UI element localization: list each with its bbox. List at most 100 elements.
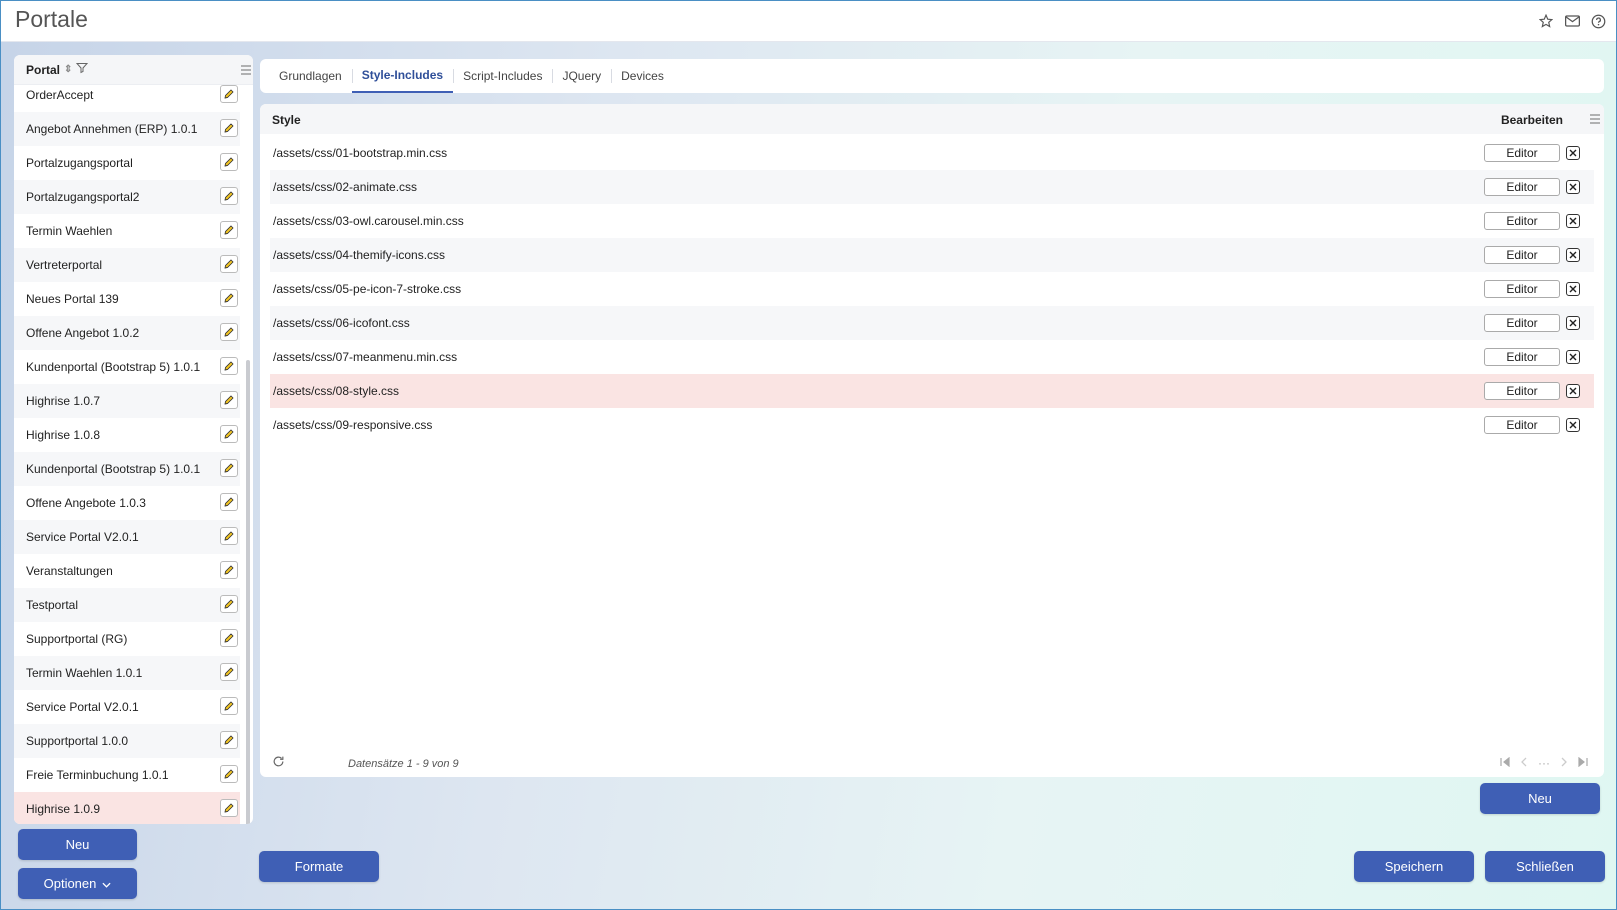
editor-button[interactable]: Editor — [1484, 212, 1560, 230]
portal-list-item[interactable]: Supportportal 1.0.0 — [14, 724, 240, 758]
editor-button[interactable]: Editor — [1484, 314, 1560, 332]
refresh-icon[interactable] — [272, 755, 285, 771]
pencil-icon[interactable] — [220, 391, 238, 409]
pencil-icon[interactable] — [220, 663, 238, 681]
editor-button[interactable]: Editor — [1484, 382, 1560, 400]
sort-icon[interactable]: ⇕ — [64, 64, 72, 75]
help-icon[interactable] — [1589, 12, 1607, 30]
first-page-icon[interactable] — [1500, 756, 1510, 770]
table-row[interactable]: /assets/css/01-bootstrap.min.css Editor — [270, 136, 1594, 170]
filter-icon[interactable] — [76, 62, 89, 77]
table-row[interactable]: /assets/css/06-icofont.css Editor — [270, 306, 1594, 340]
table-row[interactable]: /assets/css/05-pe-icon-7-stroke.css Edito… — [270, 272, 1594, 306]
portal-list-item[interactable]: Freie Terminbuchung 1.0.1 — [14, 758, 240, 792]
pencil-icon[interactable] — [220, 323, 238, 341]
pencil-icon[interactable] — [220, 255, 238, 273]
pencil-icon[interactable] — [220, 765, 238, 783]
column-header-edit[interactable]: Bearbeiten — [1501, 113, 1563, 127]
pencil-icon[interactable] — [220, 697, 238, 715]
prev-page-icon[interactable] — [1520, 756, 1528, 770]
portal-list-item[interactable]: Portalzugangsportal2 — [14, 180, 240, 214]
editor-button[interactable]: Editor — [1484, 280, 1560, 298]
formats-button[interactable]: Formate — [259, 851, 379, 882]
pencil-icon[interactable] — [220, 425, 238, 443]
table-row[interactable]: /assets/css/02-animate.css Editor — [270, 170, 1594, 204]
portal-list-item[interactable]: Neues Portal 139 — [14, 282, 240, 316]
column-header-style[interactable]: Style — [272, 113, 301, 127]
delete-icon[interactable] — [1566, 282, 1580, 296]
column-menu-icon[interactable] — [241, 64, 251, 78]
column-menu-icon[interactable] — [1590, 113, 1600, 127]
pencil-icon[interactable] — [220, 799, 238, 817]
pencil-icon[interactable] — [220, 221, 238, 239]
portal-list-item[interactable]: Supportportal (RG) — [14, 622, 240, 656]
pencil-icon[interactable] — [220, 731, 238, 749]
portal-list-item[interactable]: Angebot Annehmen (ERP) 1.0.1 — [14, 112, 240, 146]
pencil-icon[interactable] — [220, 493, 238, 511]
portal-list-item[interactable]: Offene Angebote 1.0.3 — [14, 486, 240, 520]
pencil-icon[interactable] — [220, 187, 238, 205]
editor-button[interactable]: Editor — [1484, 246, 1560, 264]
pencil-icon[interactable] — [220, 289, 238, 307]
table-row[interactable]: /assets/css/08-style.css Editor — [270, 374, 1594, 408]
tab-script-includes[interactable]: Script-Includes — [453, 59, 552, 93]
tab-style-includes[interactable]: Style-Includes — [351, 59, 454, 93]
scrollbar[interactable] — [246, 360, 250, 824]
portal-list-item[interactable]: Portalzugangsportal — [14, 146, 240, 180]
delete-icon[interactable] — [1566, 384, 1580, 398]
table-row[interactable]: /assets/css/04-themify-icons.css Editor — [270, 238, 1594, 272]
pencil-icon[interactable] — [220, 629, 238, 647]
portal-list-item[interactable]: OrderAccept — [14, 78, 240, 112]
next-page-icon[interactable] — [1560, 756, 1568, 770]
editor-button[interactable]: Editor — [1484, 348, 1560, 366]
close-button[interactable]: Schließen — [1485, 851, 1605, 882]
portal-list-item[interactable]: Service Portal V2.0.1 — [14, 520, 240, 554]
tab-grundlagen[interactable]: Grundlagen — [269, 59, 352, 93]
pager-ellipsis[interactable]: ··· — [1538, 756, 1550, 770]
pencil-icon[interactable] — [220, 85, 238, 103]
tab-devices[interactable]: Devices — [611, 59, 674, 93]
star-icon[interactable] — [1537, 12, 1555, 30]
mail-icon[interactable] — [1563, 12, 1581, 30]
pencil-icon[interactable] — [220, 119, 238, 137]
portal-list-item[interactable]: Veranstaltungen — [14, 554, 240, 588]
portal-list-item[interactable]: Kundenportal (Bootstrap 5) 1.0.1 — [14, 350, 240, 384]
delete-icon[interactable] — [1566, 214, 1580, 228]
pencil-icon[interactable] — [220, 595, 238, 613]
editor-button[interactable]: Editor — [1484, 416, 1560, 434]
options-button[interactable]: Optionen — [18, 868, 137, 899]
save-button[interactable]: Speichern — [1354, 851, 1474, 882]
pencil-icon[interactable] — [220, 527, 238, 545]
delete-icon[interactable] — [1566, 350, 1580, 364]
portal-list-item[interactable]: Highrise 1.0.7 — [14, 384, 240, 418]
delete-icon[interactable] — [1566, 418, 1580, 432]
delete-icon[interactable] — [1566, 180, 1580, 194]
table-row[interactable]: /assets/css/09-responsive.css Editor — [270, 408, 1594, 442]
new-portal-button[interactable]: Neu — [18, 829, 137, 860]
portal-list-item[interactable]: Kundenportal (Bootstrap 5) 1.0.1 — [14, 452, 240, 486]
portal-list-item[interactable]: Highrise 1.0.9 — [14, 792, 240, 824]
table-row[interactable]: /assets/css/07-meanmenu.min.css Editor — [270, 340, 1594, 374]
pencil-icon[interactable] — [220, 561, 238, 579]
portal-list-item[interactable]: Offene Angebot 1.0.2 — [14, 316, 240, 350]
portal-list-item[interactable]: Vertreterportal — [14, 248, 240, 282]
pencil-icon[interactable] — [220, 357, 238, 375]
last-page-icon[interactable] — [1578, 756, 1588, 770]
new-style-button[interactable]: Neu — [1480, 783, 1600, 814]
pencil-icon[interactable] — [220, 459, 238, 477]
tab-jquery[interactable]: JQuery — [552, 59, 611, 93]
table-row[interactable]: /assets/css/03-owl.carousel.min.css Edito… — [270, 204, 1594, 238]
delete-icon[interactable] — [1566, 146, 1580, 160]
delete-icon[interactable] — [1566, 316, 1580, 330]
editor-button[interactable]: Editor — [1484, 178, 1560, 196]
chevron-down-icon — [102, 876, 111, 891]
portal-list-item[interactable]: Highrise 1.0.8 — [14, 418, 240, 452]
portal-list-item[interactable]: Termin Waehlen 1.0.1 — [14, 656, 240, 690]
portal-list-item[interactable]: Service Portal V2.0.1 — [14, 690, 240, 724]
portal-name: Supportportal 1.0.0 — [26, 734, 129, 748]
delete-icon[interactable] — [1566, 248, 1580, 262]
editor-button[interactable]: Editor — [1484, 144, 1560, 162]
portal-list-item[interactable]: Termin Waehlen — [14, 214, 240, 248]
portal-list-item[interactable]: Testportal — [14, 588, 240, 622]
pencil-icon[interactable] — [220, 153, 238, 171]
